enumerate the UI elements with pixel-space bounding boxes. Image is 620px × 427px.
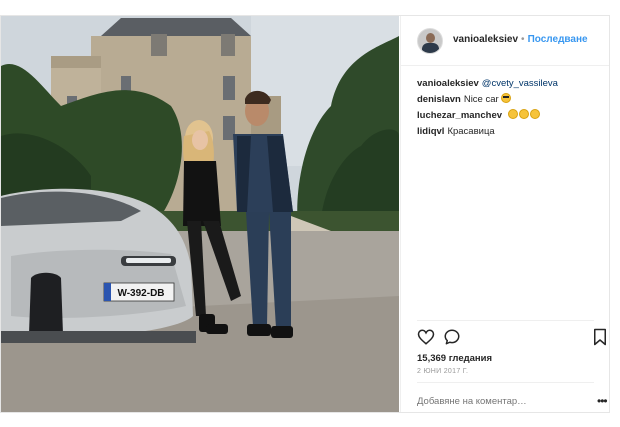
sunglasses-emoji-icon: [501, 93, 512, 103]
header-separator: •: [521, 34, 525, 45]
comment-row: lidiqvl Красавица: [417, 124, 603, 140]
instagram-post: W-392-DB vanioaleksiev • Последване vani…: [0, 15, 610, 413]
caption-mention[interactable]: @cvety_vassileva: [482, 78, 558, 89]
header-line: vanioaleksiev • Последване: [453, 34, 588, 45]
comment-text: Красавица: [447, 126, 495, 137]
follow-button[interactable]: Последване: [528, 34, 588, 45]
post-video[interactable]: W-392-DB: [1, 16, 399, 412]
smiley-emoji-icon: [529, 109, 540, 119]
post-photo: W-392-DB: [1, 16, 399, 412]
bookmark-icon[interactable]: [591, 328, 609, 346]
comments-list: vanioaleksiev @cvety_vassileva denislavn N…: [417, 76, 603, 140]
divider: [417, 382, 594, 383]
heart-icon[interactable]: [417, 328, 435, 346]
more-options-icon[interactable]: •••: [597, 394, 608, 408]
caption-username[interactable]: vanioaleksiev: [417, 78, 479, 89]
divider: [417, 320, 594, 321]
view-count[interactable]: 15,369 гледания: [417, 353, 492, 364]
comment-username[interactable]: luchezar_manchev: [417, 110, 502, 121]
comment-text: Nice car: [463, 94, 499, 105]
speech-bubble-icon[interactable]: [443, 328, 461, 346]
author-username[interactable]: vanioaleksiev: [453, 34, 518, 45]
comment-username[interactable]: lidiqvl: [417, 126, 444, 137]
add-comment-input[interactable]: [417, 396, 577, 407]
license-plate-text: W-392-DB: [117, 288, 164, 299]
caption: vanioaleksiev @cvety_vassileva: [417, 76, 603, 92]
comment-row: luchezar_manchev: [417, 108, 603, 124]
smiley-emoji-icon: [518, 109, 529, 119]
comment-row: denislavn Nice car: [417, 92, 603, 108]
avatar[interactable]: [417, 28, 443, 54]
post-date[interactable]: 2 ЮНИ 2017 Г.: [417, 368, 468, 375]
smiley-emoji-icon: [507, 109, 518, 119]
post-sidebar: vanioaleksiev • Последване vanioaleksiev @c…: [400, 16, 609, 412]
comment-username[interactable]: denislavn: [417, 94, 461, 105]
post-header: vanioaleksiev • Последване: [401, 16, 609, 66]
